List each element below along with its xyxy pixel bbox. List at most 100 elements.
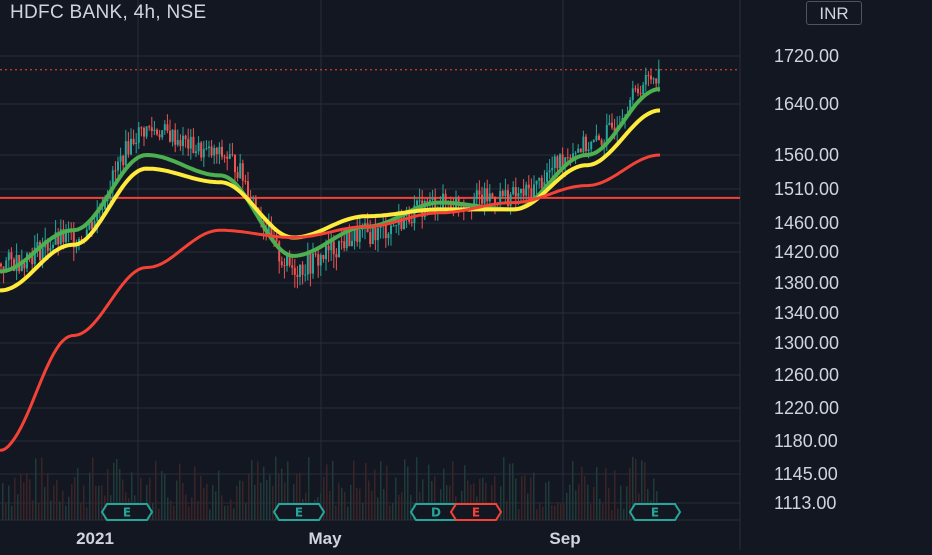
candle-body [579, 148, 582, 153]
candle-body [101, 209, 104, 211]
volume-bar [2, 483, 4, 520]
volume-bar [17, 494, 19, 520]
candle-body [548, 170, 551, 173]
candle-body [127, 141, 130, 155]
volume-bar [194, 466, 196, 520]
candle-body [642, 84, 645, 95]
volume-bar [242, 480, 244, 520]
candle-body [223, 156, 226, 158]
event-label: E [295, 506, 303, 520]
volume-bar [68, 496, 70, 520]
candle-body [514, 187, 517, 197]
candle-body [634, 88, 637, 90]
event-marker-e: E [100, 503, 154, 521]
candle-body [210, 146, 213, 156]
price-tick-label: 1340.00 [774, 303, 839, 323]
candle-body [319, 254, 322, 266]
chart-canvas[interactable]: 1720.00 1640.00 1560.00 1510.00 1460.00 1420.… [0, 0, 932, 550]
candle-body [119, 155, 122, 162]
candle-body [608, 122, 611, 126]
volume-bar [44, 486, 46, 520]
volume-bar [233, 508, 235, 520]
candle-body [195, 151, 197, 154]
volume-bar [362, 503, 364, 520]
volume-bar [569, 484, 571, 520]
event-label: D [431, 506, 441, 520]
candle-body [174, 129, 177, 145]
volume-bar [623, 509, 625, 520]
candle-body [522, 188, 525, 196]
candle-body [371, 227, 374, 244]
volume-bar [374, 469, 376, 520]
candle-body [494, 196, 496, 204]
candle-body [208, 146, 210, 149]
candle-body [418, 200, 421, 202]
candle-body [488, 193, 491, 202]
candle-body [460, 205, 463, 207]
volume-bar [371, 491, 373, 520]
volume-bar [566, 492, 568, 520]
volume-bar [200, 475, 202, 520]
candle-body [390, 225, 392, 234]
candle-body [124, 141, 127, 166]
candle-body [387, 233, 390, 239]
candle-body [114, 170, 117, 172]
price-tick-label: 1560.00 [774, 145, 839, 165]
candle-body [327, 245, 330, 251]
candle-body [187, 139, 190, 149]
volume-bar [164, 473, 166, 520]
volume-bar [56, 479, 58, 520]
volume-bar [377, 497, 379, 520]
volume-bar [212, 485, 214, 520]
currency-button[interactable]: INR [806, 1, 862, 25]
candle-body [130, 138, 132, 155]
volume-bar [158, 508, 160, 520]
volume-bar [404, 459, 406, 520]
volume-bar [581, 467, 583, 520]
candle-body [41, 247, 44, 260]
price-tick-label: 1113.00 [774, 493, 836, 513]
candle-body [301, 264, 304, 275]
volume-bar [98, 485, 100, 520]
candle-body [369, 232, 372, 244]
volume-bar [215, 491, 217, 520]
volume-bar [503, 457, 505, 520]
volume-bar [170, 500, 172, 520]
volume-bar [335, 505, 337, 520]
volume-bar [161, 471, 163, 520]
volume-bar [554, 505, 556, 520]
candle-body [644, 75, 647, 85]
candle-body [392, 225, 395, 227]
volume-bar [53, 485, 55, 520]
chart[interactable]: 1720.00 1640.00 1560.00 1510.00 1460.00 1420.… [0, 0, 932, 550]
volume-bar [506, 500, 508, 520]
candle-body [293, 267, 296, 275]
volume-bar [179, 463, 181, 520]
volume-bar [593, 486, 595, 520]
volume-bar [26, 473, 28, 520]
candle-body [314, 253, 317, 255]
candle-body [218, 146, 221, 155]
candle-body [197, 142, 200, 152]
price-tick-label: 1460.00 [774, 213, 839, 233]
price-tick-label: 1300.00 [774, 333, 839, 353]
volume-bar [191, 497, 193, 520]
volume-bar [224, 505, 226, 520]
volume-bar [551, 505, 553, 520]
volume-bar [602, 504, 604, 520]
candle-body [377, 228, 379, 241]
volume-bar [527, 493, 529, 520]
candle-body [221, 146, 223, 157]
candle-body [637, 88, 639, 94]
volume-bar [572, 461, 574, 520]
candle-body [657, 68, 660, 84]
volume-bar [251, 460, 253, 520]
volume-bar [77, 468, 79, 520]
candle-body [192, 136, 195, 154]
candle-body [340, 241, 343, 243]
candle-body [291, 265, 294, 268]
volume-bar [353, 460, 355, 520]
volume-bar [524, 475, 526, 520]
candle-body [239, 163, 242, 178]
price-tick-label: 1420.00 [774, 242, 839, 262]
